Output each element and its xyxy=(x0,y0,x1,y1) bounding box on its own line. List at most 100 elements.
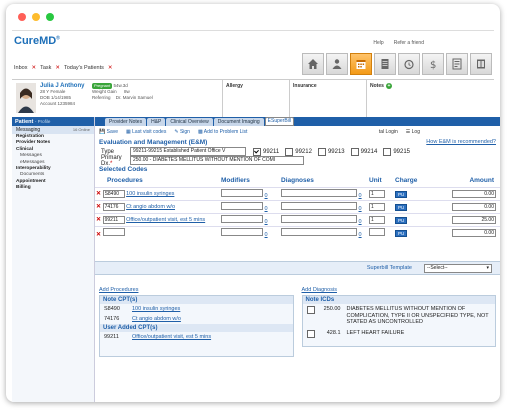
amount-input[interactable]: 0.00 xyxy=(452,203,496,211)
close-window-button[interactable] xyxy=(18,13,26,21)
task-link[interactable]: Task xyxy=(40,65,51,71)
user-cpt-code: 99211 xyxy=(104,334,119,340)
document-icon[interactable] xyxy=(374,53,396,75)
em-code-checkbox[interactable] xyxy=(317,147,326,156)
em-code-99211[interactable]: 99211 xyxy=(253,147,279,156)
diagnosis-count[interactable]: 0 xyxy=(359,206,362,212)
refer-friend-link[interactable]: Refer a friend xyxy=(394,40,424,46)
em-type-select[interactable]: 99211-99215 Established Patient Office V xyxy=(130,147,246,156)
procedure-code-input[interactable] xyxy=(102,228,125,236)
user-cpts-title: User Added CPT(s) xyxy=(100,324,293,332)
em-code-checkbox[interactable] xyxy=(253,147,261,156)
em-code-99212[interactable]: 99212 xyxy=(285,147,312,156)
add-problem-list-button[interactable]: ▩ Add to Problem List xyxy=(198,129,247,135)
allergy-column: Allergy xyxy=(222,80,289,118)
save-button[interactable]: 💾 Save xyxy=(99,129,118,135)
em-code-99214[interactable]: 99214 xyxy=(350,147,377,156)
patients-icon[interactable] xyxy=(326,53,348,75)
tab-esuperbill[interactable]: ESuperBill xyxy=(264,117,295,126)
superbill-template-select[interactable]: --Select-- ▾ xyxy=(424,264,492,273)
user-cpt-desc-link[interactable]: Office/outpatient visit, est 5 mins xyxy=(132,334,211,340)
messaging-row[interactable]: Messaging 16 Online xyxy=(12,126,94,134)
modifier-input[interactable] xyxy=(221,202,263,210)
amount-input[interactable]: 0.00 xyxy=(452,229,496,237)
diagnosis-count[interactable]: 0 xyxy=(359,193,362,199)
amount-input[interactable]: 0.00 xyxy=(452,190,496,198)
modifier-count[interactable]: 0 xyxy=(265,206,268,212)
maximize-window-button[interactable] xyxy=(46,13,54,21)
modifier-count[interactable]: 0 xyxy=(265,193,268,199)
calendar-icon[interactable] xyxy=(350,53,372,75)
procedure-desc-link[interactable]: Office/outpatient visit, est 5 mins xyxy=(126,217,205,223)
icd-checkbox[interactable] xyxy=(306,329,315,338)
alarm-clock-icon[interactable] xyxy=(398,53,420,75)
diagnosis-input[interactable] xyxy=(281,189,357,197)
diagnosis-count[interactable]: 0 xyxy=(359,232,362,238)
unit-input[interactable]: 1 xyxy=(369,216,385,224)
portal-login-link[interactable]: tal Login xyxy=(379,129,398,135)
em-code-checkbox[interactable] xyxy=(285,147,294,156)
browser-window: CureMD® Help Refer a friend Inbox ✕ Task ✕… xyxy=(6,4,500,402)
remove-row-icon[interactable]: ✕ xyxy=(96,217,101,223)
sign-button[interactable]: ✎ Sign xyxy=(174,129,190,135)
icd-checkbox[interactable] xyxy=(306,306,315,314)
em-recommended-link[interactable]: How E&M is recommended? xyxy=(426,138,496,147)
insurance-label: Insurance xyxy=(293,83,317,89)
note-cpt-item: S8490 100 insulin syringes xyxy=(100,304,293,314)
diagnosis-input[interactable] xyxy=(281,228,357,236)
patient-account: Account 1235984 xyxy=(40,101,76,106)
log-link[interactable]: ☰ Log xyxy=(406,129,420,135)
em-code-99213[interactable]: 99213 xyxy=(317,147,345,156)
remove-row-icon[interactable]: ✕ xyxy=(96,232,101,238)
unit-input[interactable]: 1 xyxy=(369,203,385,211)
charge-pu-button[interactable]: PU xyxy=(395,190,408,198)
tab-document-imaging[interactable]: Document Imaging xyxy=(213,118,264,126)
reports-icon[interactable] xyxy=(446,53,468,75)
charge-pu-button[interactable]: PU xyxy=(395,229,408,237)
add-note-icon[interactable]: + xyxy=(385,83,392,89)
modifier-count[interactable]: 0 xyxy=(265,232,268,238)
diagnosis-input[interactable] xyxy=(281,202,357,210)
em-code-checkbox[interactable] xyxy=(350,147,359,156)
settings-panel-icon[interactable] xyxy=(470,53,492,75)
modifier-input[interactable] xyxy=(221,215,263,223)
modifier-input[interactable] xyxy=(221,189,263,197)
diagnosis-count[interactable]: 0 xyxy=(359,219,362,225)
amount-input[interactable]: 25.00 xyxy=(452,216,496,224)
home-icon[interactable] xyxy=(302,53,324,75)
last-visit-codes-button[interactable]: ▦ Last visit codes xyxy=(126,129,166,135)
unit-input[interactable]: 1 xyxy=(369,190,385,198)
notes-column: Notes + xyxy=(366,80,494,118)
procedure-code-input[interactable]: 99211 xyxy=(102,216,125,224)
sidebar-item-billing[interactable]: Billing xyxy=(12,185,94,191)
add-procedures-link[interactable]: Add Procedures xyxy=(95,287,298,295)
note-cpt-desc-link[interactable]: 100 insulin syringes xyxy=(132,306,180,312)
primary-dx-select[interactable]: 250.00 - DIABETES MELLITUS WITHOUT MENTI… xyxy=(130,156,304,165)
modifier-count[interactable]: 0 xyxy=(265,219,268,225)
procedure-desc-link[interactable]: Ct angio abdom w/o xyxy=(126,204,175,210)
remove-row-icon[interactable]: ✕ xyxy=(96,191,101,197)
messaging-label: Messaging xyxy=(16,127,41,133)
billing-dollar-icon[interactable]: $ xyxy=(422,53,444,75)
charge-pu-button[interactable]: PU xyxy=(395,203,408,211)
remove-row-icon[interactable]: ✕ xyxy=(96,204,101,210)
todays-patients-link[interactable]: Today's Patients xyxy=(64,65,104,71)
em-code-checkbox[interactable] xyxy=(383,147,392,156)
inbox-link[interactable]: Inbox xyxy=(14,65,27,71)
tab-clinical-overview[interactable]: Clinical Overview xyxy=(166,118,213,126)
note-cpt-desc-link[interactable]: Ct angio abdom w/o xyxy=(132,316,181,322)
help-link[interactable]: Help xyxy=(373,40,383,46)
diagnosis-input[interactable] xyxy=(281,215,357,223)
em-code-99215[interactable]: 99215 xyxy=(383,147,410,156)
unit-input[interactable] xyxy=(369,228,385,236)
tab-hp[interactable]: H&P xyxy=(147,118,166,126)
procedure-code-input[interactable]: 74176 xyxy=(102,203,125,211)
modifier-input[interactable] xyxy=(221,228,263,236)
add-diagnosis-link[interactable]: Add Diagnosis xyxy=(298,287,501,295)
procedure-desc-link[interactable]: 100 insulin syringes xyxy=(126,191,174,197)
minimize-window-button[interactable] xyxy=(32,13,40,21)
tab-provider-notes[interactable]: Provider Notes xyxy=(105,118,147,126)
charge-pu-button[interactable]: PU xyxy=(395,216,408,224)
em-code-checkboxes: 99211 99212 99213 99214 99215 xyxy=(253,147,410,156)
procedure-code-input[interactable]: S8490 xyxy=(102,190,125,198)
